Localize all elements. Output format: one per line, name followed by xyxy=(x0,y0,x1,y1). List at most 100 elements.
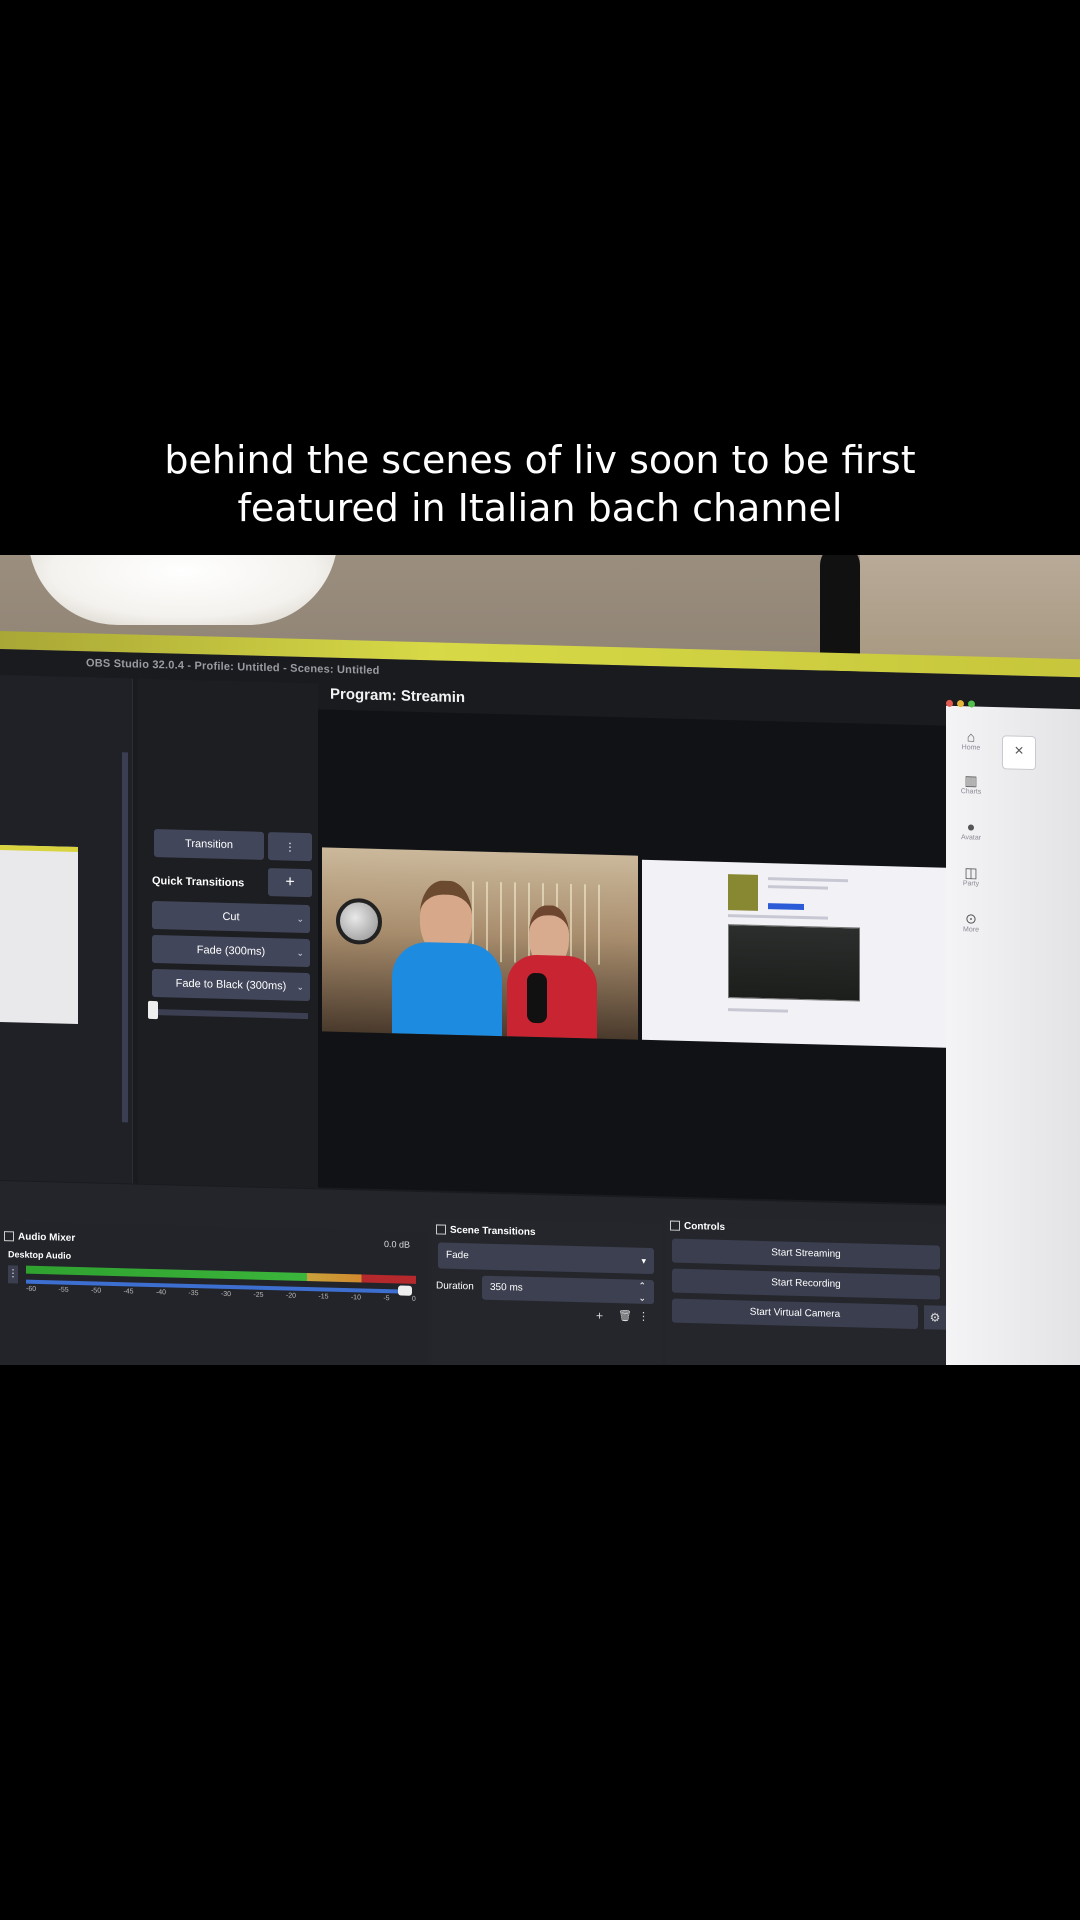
close-dot-icon[interactable] xyxy=(946,699,953,707)
caption-line-1: behind the scenes of liv soon to be firs… xyxy=(164,438,916,482)
transition-button-label: Transition xyxy=(185,837,233,852)
subscribe-button xyxy=(768,903,804,911)
audio-mixer-dock: Audio Mixer 0.0 dB Desktop Audio ⋮ -60 -5… xyxy=(0,1221,428,1365)
text-line xyxy=(768,877,848,883)
add-quick-transition-button[interactable]: + xyxy=(268,868,312,898)
browser-capture xyxy=(642,859,946,1048)
trash-icon[interactable]: 🗑 xyxy=(618,1309,632,1322)
preview-scene xyxy=(0,845,78,1025)
home-icon: ⌂ xyxy=(966,728,976,745)
sidebar-item-home[interactable]: ⌂ Home xyxy=(946,728,996,752)
more-vertical-icon[interactable]: ⋮ xyxy=(638,1310,649,1323)
db-tick-label: -30 xyxy=(220,1290,232,1299)
audio-mixer-title: Audio Mixer xyxy=(4,1231,75,1244)
bottom-docks: Audio Mixer 0.0 dB Desktop Audio ⋮ -60 -5… xyxy=(0,1181,946,1365)
db-readout: 0.0 dB xyxy=(384,1239,411,1250)
start-virtual-camera-button[interactable]: Start Virtual Camera xyxy=(672,1298,918,1330)
transition-slider-handle[interactable] xyxy=(148,1000,158,1020)
plus-icon: + xyxy=(285,873,295,891)
dock-title-text: Audio Mixer xyxy=(18,1231,76,1244)
close-button[interactable]: × xyxy=(1002,735,1036,771)
chevron-down-icon: ▾ xyxy=(641,1255,646,1266)
quick-transitions-label: Quick Transitions xyxy=(152,874,245,890)
person-shirt xyxy=(507,954,597,1039)
dock-icon xyxy=(4,1231,14,1242)
charts-icon: ▥ xyxy=(964,772,978,789)
db-tick-label: -20 xyxy=(285,1292,296,1300)
sidebar-item-charts[interactable]: ▥ Charts xyxy=(946,772,996,796)
text-line xyxy=(728,914,828,920)
controls-title: Controls xyxy=(670,1220,726,1233)
db-tick-label: -10 xyxy=(350,1294,361,1302)
microphone xyxy=(527,972,547,1024)
dock-title-text: Controls xyxy=(684,1220,726,1233)
channel-thumbnail xyxy=(728,874,758,911)
start-recording-button[interactable]: Start Recording xyxy=(672,1268,940,1300)
monitor-photo: OBS Studio 32.0.4 - Profile: Untitled - … xyxy=(0,555,1080,1365)
more-icon: ⊙ xyxy=(965,910,977,927)
monitor: OBS Studio 32.0.4 - Profile: Untitled - … xyxy=(0,631,1080,1365)
streamer-person xyxy=(392,879,502,1037)
window-title: OBS Studio 32.0.4 - Profile: Untitled - … xyxy=(86,657,380,677)
program-view xyxy=(318,709,946,1204)
preview-panel[interactable] xyxy=(0,675,133,1184)
db-tick-label: -25 xyxy=(253,1291,264,1299)
preview-scrollbar[interactable] xyxy=(122,752,128,1123)
sidebar-item-party[interactable]: ◫ Party xyxy=(946,864,996,888)
db-tick-label: -15 xyxy=(318,1293,329,1301)
gear-icon[interactable]: ⚙ xyxy=(924,1305,946,1330)
duration-input[interactable]: 350 ms ⌃ ⌄ xyxy=(482,1275,654,1305)
video-caption: behind the scenes of liv soon to be firs… xyxy=(0,436,1080,532)
person-shirt xyxy=(392,941,502,1037)
spinner-icon[interactable]: ⌃ ⌄ xyxy=(638,1280,646,1304)
chevron-down-icon: ⌄ xyxy=(296,913,304,924)
party-icon: ◫ xyxy=(964,864,978,881)
close-icon: × xyxy=(1014,742,1024,760)
controls-dock: Controls Start Streaming Start Recording… xyxy=(666,1216,946,1365)
sidebar-item-label: More xyxy=(963,926,979,934)
sidebar-item-label: Charts xyxy=(960,788,982,796)
scene-transitions-title: Scene Transitions xyxy=(436,1224,536,1238)
avatar-icon: ● xyxy=(966,818,976,835)
quick-transition-label: Fade (300ms) xyxy=(196,944,266,958)
sidebar-item-label: Home xyxy=(961,744,981,752)
caption-line-2: featured in Italian bach channel xyxy=(237,486,843,530)
sidebar-item-label: Party xyxy=(962,880,980,888)
obs-window: OBS Studio 32.0.4 - Profile: Untitled - … xyxy=(0,649,1080,1365)
audio-source-label: Desktop Audio xyxy=(8,1249,72,1261)
sidebar-item-more[interactable]: ⊙ More xyxy=(946,910,996,934)
minimize-dot-icon[interactable] xyxy=(957,700,964,708)
duration-label: Duration xyxy=(436,1280,474,1293)
ring-light xyxy=(28,555,338,625)
volume-slider-handle[interactable] xyxy=(398,1285,412,1296)
transition-button[interactable]: Transition xyxy=(154,829,264,860)
embedded-video xyxy=(728,924,860,1002)
quick-transition-cut[interactable]: Cut ⌄ xyxy=(152,900,310,934)
quick-transition-fade-to-black[interactable]: Fade to Black (300ms) ⌄ xyxy=(152,968,310,1002)
audio-source-menu-button[interactable]: ⋮ xyxy=(8,1265,18,1284)
db-tick-label: -35 xyxy=(188,1289,199,1298)
transition-more-button[interactable]: ⋮ xyxy=(268,832,312,862)
transition-panel: Transition ⋮ Quick Transitions + Cut ⌄ F… xyxy=(138,678,318,1189)
db-tick-label: -50 xyxy=(90,1287,102,1295)
db-tick-label: -45 xyxy=(123,1288,134,1296)
text-line xyxy=(768,885,828,890)
db-tick-label: 0 xyxy=(411,1295,416,1303)
db-tick-label: -55 xyxy=(58,1286,69,1294)
program-label: Program: Streamin xyxy=(330,685,466,707)
scene-transitions-dock: Scene Transitions Fade ▾ Duration 350 ms… xyxy=(432,1218,662,1365)
db-tick-label: -5 xyxy=(383,1295,390,1303)
sidebar-item-label: Avatar xyxy=(960,834,982,842)
add-transition-icon[interactable]: + xyxy=(596,1309,603,1323)
transition-select-value: Fade xyxy=(446,1249,469,1262)
quick-transition-label: Fade to Black (300ms) xyxy=(175,977,287,993)
db-tick-label: -60 xyxy=(26,1285,37,1293)
sidebar-item-avatar[interactable]: ● Avatar xyxy=(946,818,996,842)
start-streaming-button[interactable]: Start Streaming xyxy=(672,1238,940,1270)
transition-slider[interactable] xyxy=(152,1008,308,1020)
chevron-down-icon: ⌄ xyxy=(296,981,304,992)
maximize-dot-icon[interactable] xyxy=(968,700,975,708)
transition-select[interactable]: Fade ▾ xyxy=(438,1242,654,1275)
quick-transition-fade[interactable]: Fade (300ms) ⌄ xyxy=(152,934,310,968)
chevron-down-icon: ⌄ xyxy=(296,947,304,958)
